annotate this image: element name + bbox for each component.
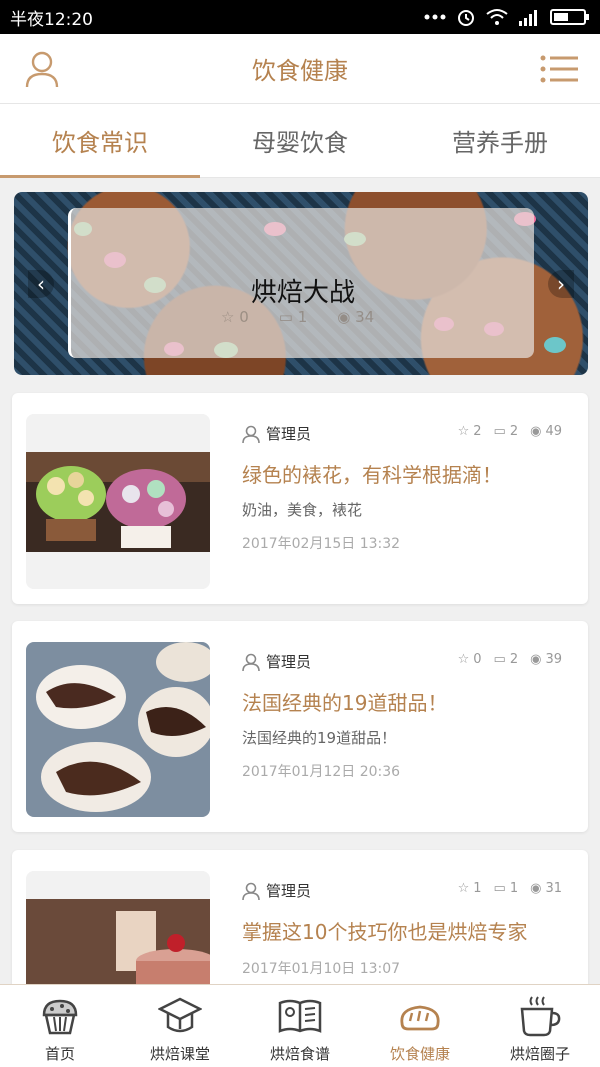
comments-stat: ▭ 2 [494, 424, 519, 439]
banner-carousel[interactable]: 烘焙大战 ☆ 0 ▭ 1 ◉ 34 ‹ › [14, 192, 588, 375]
banner-views-count: 34 [355, 308, 375, 326]
chevron-right-icon: › [557, 272, 565, 296]
likes-stat: ☆ 1 [458, 881, 482, 896]
banner-title: 烘焙大战 [251, 278, 356, 308]
article-date: 2017年02月15日 13:32 [242, 536, 401, 552]
status-bar: 半夜12:20 [0, 0, 600, 34]
recipe-book-icon [278, 999, 322, 1033]
likes-stat: ☆ 2 [458, 424, 482, 439]
chevron-left-icon: ‹ [37, 272, 45, 296]
comments-stat: ▭ 2 [494, 652, 519, 667]
comments-count: 1 [509, 881, 519, 896]
page-title: 饮食健康 [252, 57, 348, 85]
author-name: 管理员 [266, 653, 312, 671]
article-tags: 法国经典的19道甜品！ [242, 729, 397, 747]
meringue-photo [26, 642, 210, 817]
article-title[interactable]: 绿色的裱花，有科学根据滴！ [242, 459, 502, 488]
comments-stat: ▭ 1 [494, 881, 519, 896]
banner-likes: ☆ 0 [221, 308, 249, 326]
author-row: 管理员 [242, 880, 311, 901]
user-icon [242, 425, 260, 443]
bottom-navigation: 首页 烘焙课堂 烘焙食谱 饮食健康 烘焙圈子 [0, 984, 600, 1067]
comments-count: 2 [509, 652, 519, 667]
star-icon: ☆ [457, 424, 470, 439]
eye-icon: ◉ [530, 881, 542, 896]
nav-diet-health[interactable]: 饮食健康 [360, 985, 480, 1067]
article-thumbnail [26, 642, 210, 817]
article-card[interactable]: 管理员 ☆ 2 ▭ 2 ◉ 49 绿色的裱花，有科学根据滴！ 奶油，美食，裱花 201… [12, 393, 588, 604]
tab-maternal-diet[interactable]: 母婴饮食 [200, 104, 400, 177]
views-stat: ◉ 39 [530, 652, 562, 667]
bread-icon [400, 1005, 440, 1031]
views-count: 39 [545, 652, 562, 667]
nav-baking-recipes[interactable]: 烘焙食谱 [240, 985, 360, 1067]
category-tabs: 饮食常识 母婴饮食 营养手册 [0, 104, 600, 178]
user-icon [242, 653, 260, 671]
banner-comments-count: 1 [297, 308, 308, 326]
article-title[interactable]: 掌握这10个技巧你也是烘焙专家 [242, 916, 527, 945]
nav-home-label: 首页 [44, 1045, 75, 1063]
star-icon: ☆ [457, 881, 470, 896]
article-date: 2017年01月12日 20:36 [242, 764, 401, 780]
app-header: 饮食健康 [0, 34, 600, 104]
likes-count: 2 [473, 424, 482, 439]
article-thumbnail [26, 414, 210, 589]
coffee-cup-icon [520, 996, 561, 1037]
comments-count: 2 [509, 424, 519, 439]
article-card[interactable]: 管理员 ☆ 0 ▭ 2 ◉ 39 法国经典的19道甜品！ 法国经典的19道甜品！ 20… [12, 621, 588, 832]
author-name: 管理员 [266, 882, 312, 900]
status-icons [424, 7, 590, 27]
nav-baking-recipes-label: 烘焙食谱 [269, 1045, 330, 1063]
article-stats: ☆ 2 ▭ 2 ◉ 49 [458, 424, 562, 439]
tab-diet-knowledge[interactable]: 饮食常识 [0, 104, 200, 178]
nav-baking-circle-label: 烘焙圈子 [509, 1045, 570, 1063]
dots-icon [424, 14, 446, 20]
author-row: 管理员 [242, 651, 311, 672]
article-stats: ☆ 0 ▭ 2 ◉ 39 [458, 652, 562, 667]
cupcake-icon [42, 999, 78, 1035]
tab-nutrition-manual[interactable]: 营养手册 [400, 104, 600, 177]
nav-home[interactable]: 首页 [0, 985, 120, 1067]
views-count: 31 [545, 881, 562, 896]
user-icon[interactable] [24, 50, 60, 88]
eye-icon: ◉ [530, 424, 542, 439]
banner-likes-count: 0 [239, 308, 249, 326]
article-title[interactable]: 法国经典的19道甜品！ [242, 687, 447, 716]
author-row: 管理员 [242, 423, 311, 444]
nav-baking-class-label: 烘焙课堂 [149, 1045, 210, 1063]
comment-icon: ▭ [493, 881, 506, 896]
article-stats: ☆ 1 ▭ 1 ◉ 31 [458, 881, 562, 896]
star-icon: ☆ [457, 652, 470, 667]
status-time: 半夜12:20 [10, 9, 93, 30]
battery-icon [550, 9, 589, 25]
signal-icon [519, 10, 537, 26]
views-stat: ◉ 49 [530, 424, 562, 439]
comment-icon: ▭ [493, 424, 506, 439]
likes-stat: ☆ 0 [458, 652, 482, 667]
user-icon [242, 882, 260, 900]
banner-meta: ☆ 0 ▭ 1 ◉ 34 [221, 308, 374, 326]
nav-baking-circle[interactable]: 烘焙圈子 [480, 985, 600, 1067]
eye-icon: ◉ [530, 652, 542, 667]
article-tags: 奶油，美食，裱花 [242, 501, 363, 519]
article-date: 2017年01月10日 13:07 [242, 961, 401, 977]
likes-count: 1 [473, 881, 482, 896]
alarm-icon [458, 10, 474, 26]
banner-comments: ▭ 1 [278, 308, 308, 326]
banner-views: ◉ 34 [337, 308, 375, 326]
views-stat: ◉ 31 [530, 881, 562, 896]
banner-next-button[interactable]: › [548, 270, 574, 298]
banner-caption-box: 烘焙大战 ☆ 0 ▭ 1 ◉ 34 [68, 208, 534, 358]
comment-icon: ▭ [493, 652, 506, 667]
banner-prev-button[interactable]: ‹ [28, 270, 54, 298]
nav-baking-class[interactable]: 烘焙课堂 [120, 985, 240, 1067]
cupcake-photo [26, 414, 210, 589]
likes-count: 0 [473, 652, 482, 667]
nav-diet-health-label: 饮食健康 [389, 1045, 450, 1063]
graduation-cap-icon [158, 997, 202, 1033]
views-count: 49 [545, 424, 562, 439]
author-name: 管理员 [266, 425, 312, 443]
menu-icon[interactable] [540, 54, 578, 84]
wifi-icon [486, 9, 508, 25]
